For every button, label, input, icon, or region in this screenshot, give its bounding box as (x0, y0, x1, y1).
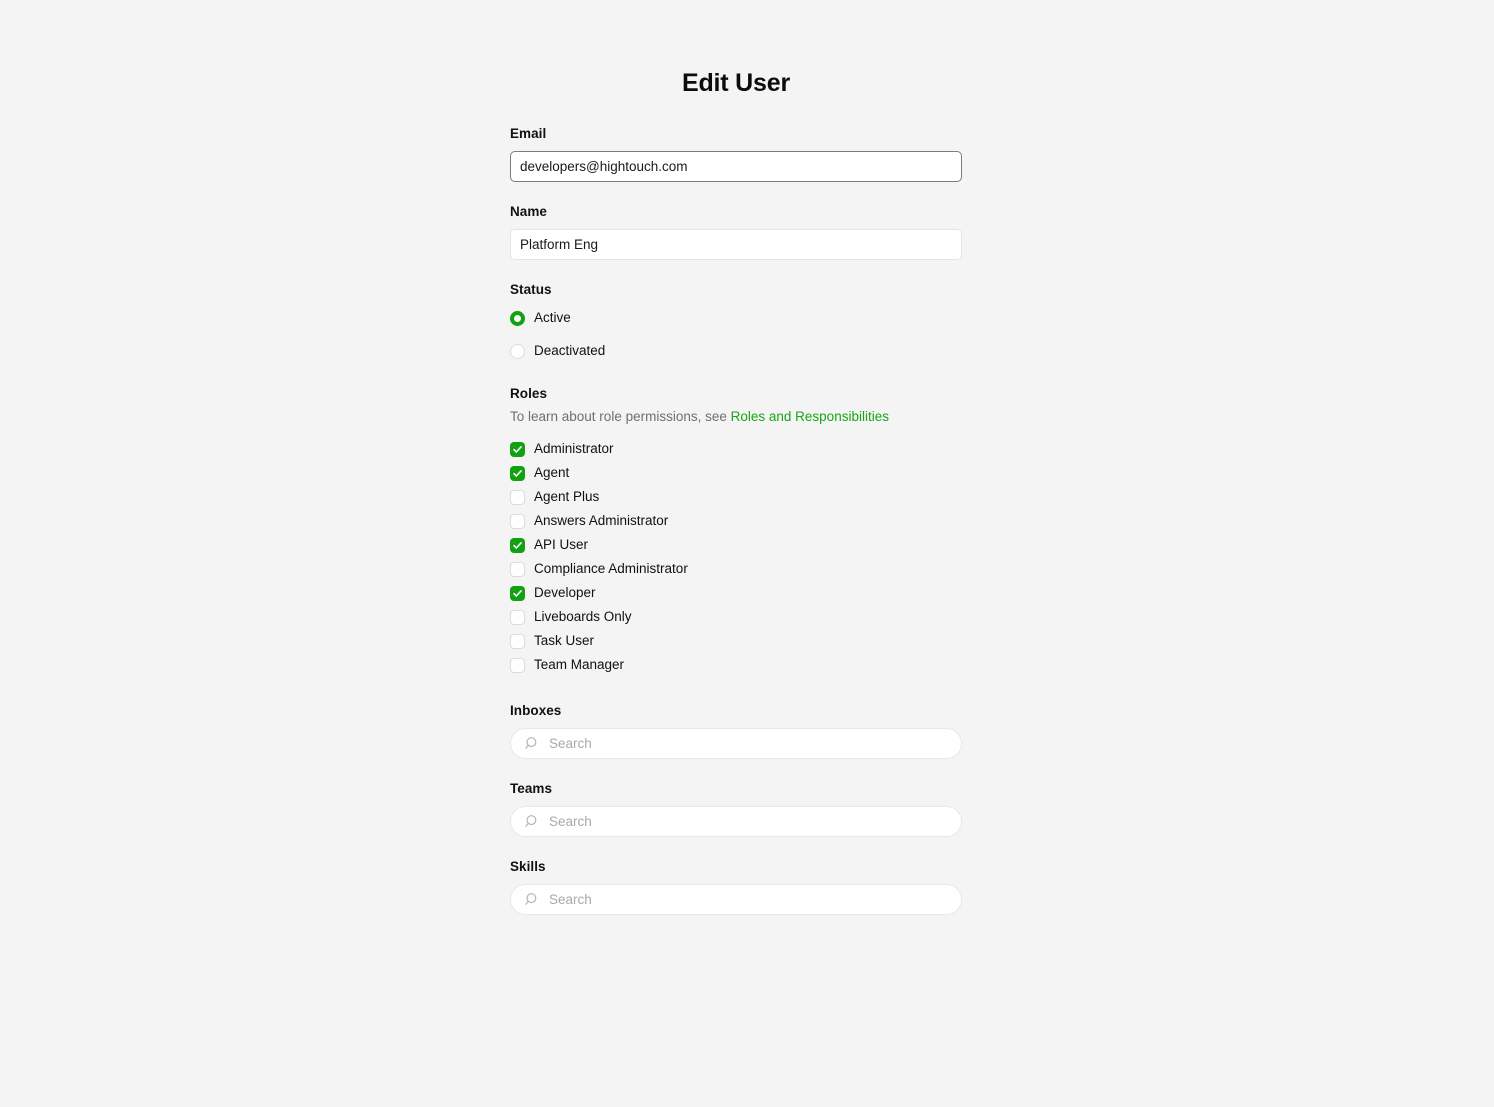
checkbox-checked-icon[interactable] (510, 585, 525, 601)
skills-label: Skills (510, 859, 546, 874)
role-row-api-user[interactable]: API User (510, 533, 962, 557)
checkbox-unchecked-icon[interactable] (510, 609, 525, 625)
role-label: API User (534, 537, 589, 552)
role-label: Task User (534, 633, 595, 648)
name-label: Name (510, 204, 547, 219)
role-row-liveboards-only[interactable]: Liveboards Only (510, 605, 962, 629)
role-row-task-user[interactable]: Task User (510, 629, 962, 653)
role-row-developer[interactable]: Developer (510, 581, 962, 605)
status-group: Status Active Deactivated (510, 282, 962, 362)
checkbox-checked-icon[interactable] (510, 441, 525, 457)
role-label: Administrator (534, 441, 614, 456)
role-label: Liveboards Only (534, 609, 632, 624)
role-row-agent[interactable]: Agent (510, 461, 962, 485)
role-row-compliance-administrator[interactable]: Compliance Administrator (510, 557, 962, 581)
status-option-active[interactable]: Active (510, 307, 962, 329)
role-label: Agent (534, 465, 570, 480)
radio-active-icon[interactable] (510, 310, 525, 326)
roles-group: Roles To learn about role permissions, s… (510, 386, 962, 677)
role-label: Developer (534, 585, 596, 600)
teams-group: Teams (510, 781, 962, 837)
roles-hint-text: To learn about role permissions, see (510, 409, 731, 424)
role-row-agent-plus[interactable]: Agent Plus (510, 485, 962, 509)
name-input[interactable] (510, 229, 962, 260)
role-row-administrator[interactable]: Administrator (510, 437, 962, 461)
edit-user-page: Edit User Email Name Status Active Deact… (0, 0, 1494, 1107)
checkbox-unchecked-icon[interactable] (510, 513, 525, 529)
role-label: Agent Plus (534, 489, 600, 504)
edit-user-form: Edit User Email Name Status Active Deact… (510, 68, 962, 937)
inboxes-search-input[interactable] (549, 733, 947, 754)
checkbox-unchecked-icon[interactable] (510, 561, 525, 577)
teams-label: Teams (510, 781, 553, 796)
checkbox-unchecked-icon[interactable] (510, 657, 525, 673)
status-option-active-label: Active (534, 310, 571, 325)
search-icon (525, 736, 540, 751)
checkbox-unchecked-icon[interactable] (510, 633, 525, 649)
search-icon (525, 814, 540, 829)
inboxes-search-pill[interactable] (510, 728, 962, 759)
email-input[interactable] (510, 151, 962, 182)
status-option-deactivated[interactable]: Deactivated (510, 340, 962, 362)
role-label: Team Manager (534, 657, 625, 672)
email-label: Email (510, 126, 547, 141)
checkbox-checked-icon[interactable] (510, 465, 525, 481)
inboxes-group: Inboxes (510, 703, 962, 759)
skills-search-pill[interactable] (510, 884, 962, 915)
search-icon (525, 892, 540, 907)
email-field-group: Email (510, 126, 962, 182)
status-option-deactivated-label: Deactivated (534, 343, 606, 358)
role-label: Compliance Administrator (534, 561, 688, 576)
role-label: Answers Administrator (534, 513, 669, 528)
page-title: Edit User (682, 69, 790, 97)
checkbox-checked-icon[interactable] (510, 537, 525, 553)
role-row-answers-administrator[interactable]: Answers Administrator (510, 509, 962, 533)
radio-deactivated-icon[interactable] (510, 343, 525, 359)
roles-hint: To learn about role permissions, see Rol… (510, 409, 962, 425)
checkbox-unchecked-icon[interactable] (510, 489, 525, 505)
inboxes-label: Inboxes (510, 703, 562, 718)
status-label: Status (510, 282, 552, 297)
roles-and-responsibilities-link[interactable]: Roles and Responsibilities (731, 409, 889, 424)
name-field-group: Name (510, 204, 962, 260)
skills-search-input[interactable] (549, 889, 947, 910)
role-row-team-manager[interactable]: Team Manager (510, 653, 962, 677)
roles-label: Roles (510, 386, 548, 401)
teams-search-pill[interactable] (510, 806, 962, 837)
skills-group: Skills (510, 859, 962, 915)
teams-search-input[interactable] (549, 811, 947, 832)
